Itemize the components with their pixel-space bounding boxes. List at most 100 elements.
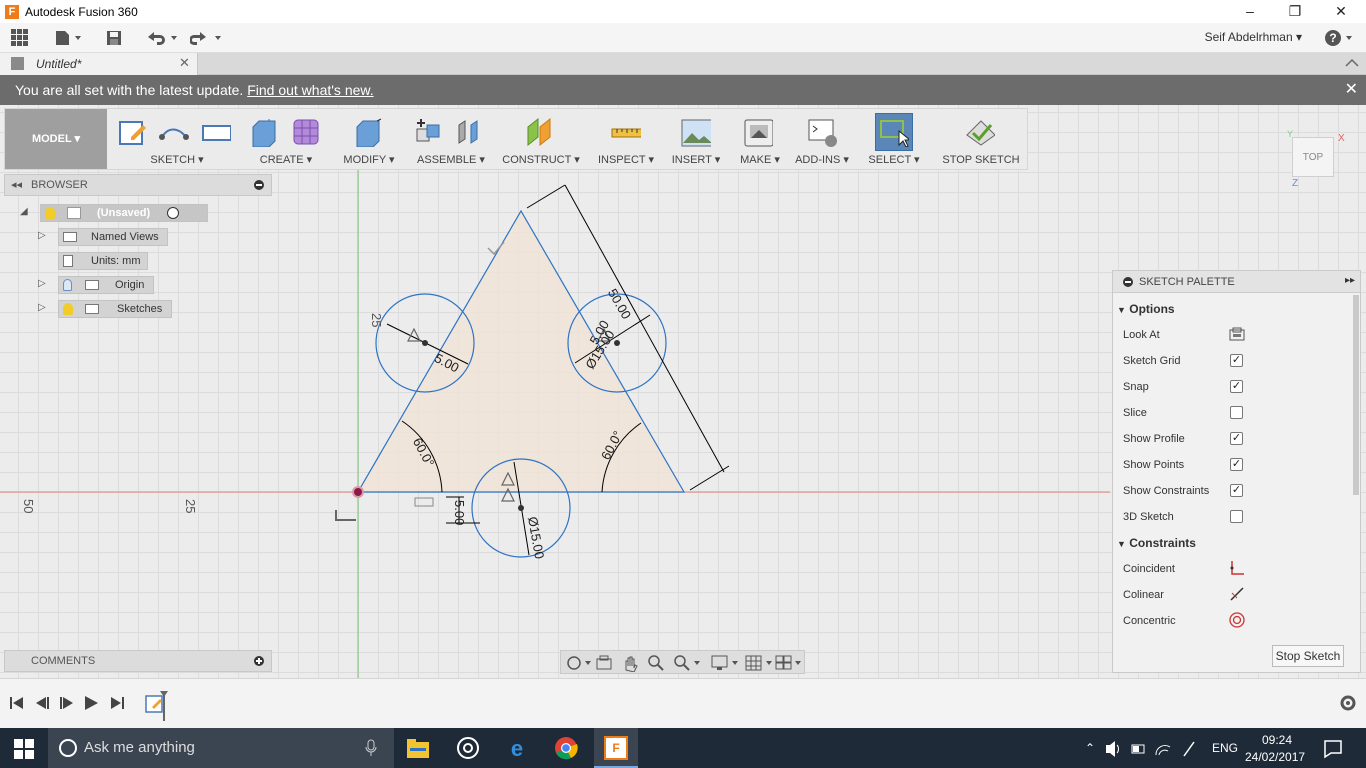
- coincident-icon[interactable]: [1229, 560, 1245, 576]
- tree-item-units[interactable]: Units: mm: [58, 252, 148, 270]
- 3d-print-icon[interactable]: [743, 117, 773, 147]
- timeline-sketch-feature-icon[interactable]: [145, 689, 171, 723]
- notifications-icon[interactable]: [1323, 739, 1343, 759]
- chrome-browser-icon[interactable]: [554, 736, 578, 760]
- tree-item-sketches[interactable]: ▷ Sketches: [38, 300, 174, 318]
- play-icon[interactable]: [82, 694, 100, 712]
- help-icon[interactable]: ?: [1324, 29, 1358, 47]
- step-forward-icon[interactable]: [58, 694, 76, 712]
- cortana-search-box[interactable]: Ask me anything: [48, 728, 394, 768]
- windows-start-icon[interactable]: [14, 739, 34, 759]
- sketch-group[interactable]: SKETCH ▾: [113, 109, 241, 169]
- select-group[interactable]: SELECT ▾: [861, 109, 927, 169]
- add-comment-icon[interactable]: [254, 656, 264, 666]
- look-at-nav-icon[interactable]: [595, 654, 613, 672]
- minimize-panel-icon[interactable]: [254, 180, 264, 190]
- system-tray-icons[interactable]: [1104, 740, 1204, 758]
- show-points-checkbox[interactable]: ✓: [1230, 458, 1243, 471]
- measure-icon[interactable]: [611, 117, 641, 147]
- expand-arrow-icon[interactable]: ◢: [20, 206, 28, 217]
- fusion-taskbar-button[interactable]: F: [594, 728, 638, 768]
- expand-arrow-icon[interactable]: ▷: [38, 302, 46, 313]
- tree-item-root[interactable]: ◢ (Unsaved): [20, 204, 208, 222]
- extrude-icon[interactable]: [249, 117, 279, 147]
- offset-plane-icon[interactable]: [525, 117, 555, 147]
- construct-group[interactable]: CONSTRUCT ▾: [499, 109, 583, 169]
- snap-checkbox[interactable]: ✓: [1230, 380, 1243, 393]
- display-settings-icon[interactable]: [711, 654, 739, 672]
- browser-header[interactable]: ◂◂ BROWSER: [4, 174, 272, 196]
- insert-image-icon[interactable]: [681, 117, 711, 147]
- maximize-button[interactable]: ❐: [1272, 0, 1318, 23]
- banner-close-icon[interactable]: ✕: [1345, 75, 1358, 105]
- minimize-button[interactable]: –: [1227, 0, 1273, 23]
- microphone-icon[interactable]: [364, 739, 378, 757]
- viewports-icon[interactable]: [775, 654, 803, 672]
- show-constraints-checkbox[interactable]: ✓: [1230, 484, 1243, 497]
- modify-group[interactable]: MODIFY ▾: [335, 109, 403, 169]
- sketch-grid-checkbox[interactable]: ✓: [1230, 354, 1243, 367]
- pan-hand-icon[interactable]: [621, 654, 639, 672]
- timeline-settings-gear-icon[interactable]: [1338, 693, 1358, 713]
- expand-arrow-icon[interactable]: ▷: [38, 278, 46, 289]
- concentric-icon[interactable]: [1229, 612, 1245, 628]
- sketch-palette-header[interactable]: SKETCH PALETTE ▸▸: [1113, 271, 1360, 293]
- make-group[interactable]: MAKE ▾: [731, 109, 789, 169]
- go-to-start-icon[interactable]: [8, 694, 26, 712]
- clock-date[interactable]: 24/02/2017: [1245, 750, 1305, 764]
- slice-checkbox[interactable]: [1230, 406, 1243, 419]
- grid-settings-icon[interactable]: [745, 654, 773, 672]
- add-ins-group[interactable]: ADD-INS ▾: [791, 109, 853, 169]
- collapse-browser-icon[interactable]: ◂◂: [11, 178, 22, 191]
- user-account-menu[interactable]: Seif Abdelrhman ▾: [1205, 30, 1302, 44]
- zoom-icon[interactable]: [647, 654, 665, 672]
- file-explorer-icon[interactable]: [406, 736, 430, 760]
- view-cube[interactable]: TOP: [1292, 137, 1334, 177]
- document-tab[interactable]: Untitled* ✕: [0, 53, 198, 75]
- press-pull-icon[interactable]: [353, 117, 383, 147]
- show-profile-checkbox[interactable]: ✓: [1230, 432, 1243, 445]
- rectangle-tool-icon[interactable]: [201, 117, 231, 147]
- step-back-icon[interactable]: [33, 694, 51, 712]
- media-app-icon[interactable]: [456, 736, 480, 760]
- options-section[interactable]: ▼ Options: [1117, 302, 1175, 316]
- assemble-group[interactable]: ASSEMBLE ▾: [409, 109, 493, 169]
- new-component-icon[interactable]: [413, 117, 443, 147]
- stop-sketch-button[interactable]: Stop Sketch: [1272, 645, 1344, 667]
- redo-icon[interactable]: [190, 30, 224, 50]
- workspace-switcher[interactable]: MODEL ▾: [5, 109, 107, 169]
- create-group[interactable]: CREATE ▾: [241, 109, 331, 169]
- chevron-up-icon[interactable]: [1345, 58, 1359, 68]
- constraints-section[interactable]: ▼ Constraints: [1117, 536, 1196, 550]
- expand-arrow-icon[interactable]: ▷: [38, 230, 46, 241]
- expand-palette-icon[interactable]: ▸▸: [1345, 275, 1355, 286]
- joint-icon[interactable]: [455, 117, 485, 147]
- data-panel-grid-icon[interactable]: [11, 29, 29, 49]
- scripts-icon[interactable]: [807, 117, 837, 147]
- orbit-icon[interactable]: [565, 654, 591, 672]
- fit-zoom-icon[interactable]: [673, 654, 701, 672]
- 3d-sketch-checkbox[interactable]: [1230, 510, 1243, 523]
- line-tool-icon[interactable]: [159, 117, 189, 147]
- file-menu-icon[interactable]: [55, 30, 83, 50]
- visibility-bulb-icon[interactable]: [63, 303, 73, 315]
- select-cursor-icon[interactable]: [879, 117, 909, 147]
- colinear-icon[interactable]: [1229, 586, 1245, 602]
- undo-icon[interactable]: [146, 30, 180, 50]
- palette-scrollbar[interactable]: [1353, 295, 1359, 495]
- comments-header[interactable]: COMMENTS: [4, 650, 272, 672]
- save-icon[interactable]: [106, 30, 122, 50]
- go-to-end-icon[interactable]: [108, 694, 126, 712]
- visibility-bulb-icon[interactable]: [63, 279, 72, 291]
- close-tab-icon[interactable]: ✕: [179, 55, 190, 71]
- form-icon[interactable]: [291, 117, 321, 147]
- visibility-bulb-icon[interactable]: [45, 207, 55, 219]
- minimize-panel-icon[interactable]: [1123, 277, 1133, 287]
- inspect-group[interactable]: INSPECT ▾: [591, 109, 661, 169]
- stop-sketch-icon[interactable]: [965, 117, 995, 147]
- edge-browser-icon[interactable]: e: [505, 736, 529, 760]
- tree-item-origin[interactable]: ▷ Origin: [38, 276, 156, 294]
- tray-chevron-icon[interactable]: ⌃: [1085, 741, 1095, 755]
- create-sketch-icon[interactable]: [117, 117, 147, 147]
- clock-time[interactable]: 09:24: [1262, 733, 1292, 747]
